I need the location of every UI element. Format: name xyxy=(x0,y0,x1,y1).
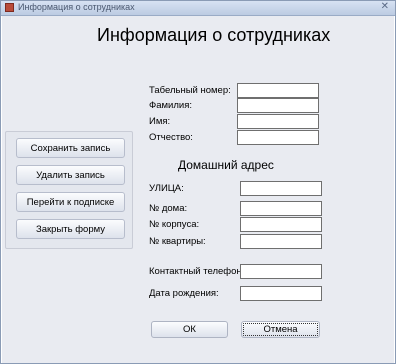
apartment-label: № квартиры: xyxy=(149,236,206,247)
goto-subscription-button[interactable]: Перейти к подписке xyxy=(16,192,125,212)
birth-date-label: Дата рождения: xyxy=(149,288,219,299)
street-field[interactable] xyxy=(240,181,322,196)
house-label: № дома: xyxy=(149,203,188,214)
last-name-field[interactable] xyxy=(237,98,319,113)
save-record-button[interactable]: Сохранить запись xyxy=(16,138,125,158)
form-icon xyxy=(5,3,14,12)
close-form-button[interactable]: Закрыть форму xyxy=(16,219,125,239)
phone-field[interactable] xyxy=(240,264,322,279)
cancel-button[interactable]: Отмена xyxy=(241,321,320,338)
house-field[interactable] xyxy=(240,201,322,216)
tab-number-label: Табельный номер: xyxy=(149,85,231,96)
delete-record-button[interactable]: Удалить запись xyxy=(16,165,125,185)
apartment-field[interactable] xyxy=(240,234,322,249)
building-label: № корпуса: xyxy=(149,219,200,230)
patronymic-label: Отчество: xyxy=(149,132,193,143)
page-title: Информация о сотрудниках xyxy=(97,25,331,45)
first-name-label: Имя: xyxy=(149,116,171,127)
ok-button[interactable]: ОК xyxy=(151,321,228,338)
title-bar: Информация о сотрудниках ✕ xyxy=(1,1,395,16)
form-window: Информация о сотрудниках ✕ Информация о … xyxy=(0,0,396,364)
first-name-field[interactable] xyxy=(237,114,319,129)
window-title: Информация о сотрудниках xyxy=(18,2,135,12)
patronymic-field[interactable] xyxy=(237,130,319,145)
address-section-title: Домашний адрес xyxy=(178,158,274,172)
phone-label: Контактный телефон: xyxy=(149,266,245,277)
close-icon[interactable]: ✕ xyxy=(381,1,389,12)
tab-number-field[interactable] xyxy=(237,83,319,98)
birth-date-field[interactable] xyxy=(240,286,322,301)
street-label: УЛИЦА: xyxy=(149,183,184,194)
last-name-label: Фамилия: xyxy=(149,100,192,111)
building-field[interactable] xyxy=(240,217,322,232)
